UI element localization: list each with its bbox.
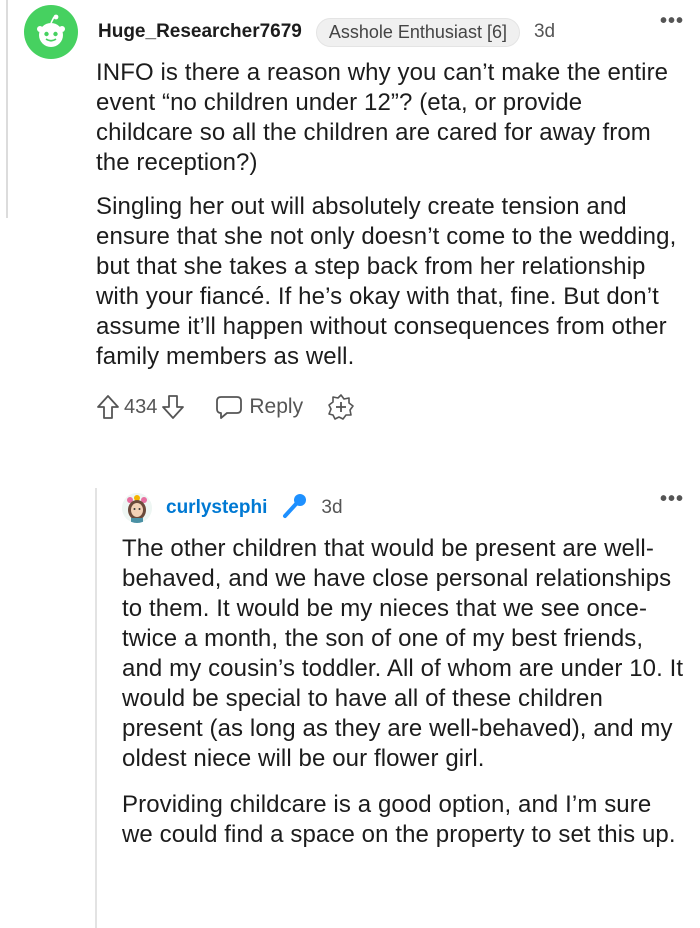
more-options-icon[interactable]: ••• [660,489,684,509]
vote-count: 434 [124,395,158,418]
comment-actions: 434 Reply [96,390,684,424]
more-options-icon[interactable]: ••• [660,11,684,31]
reply-comment: curlystephi 3d ••• The other children th… [122,488,684,866]
reply-button[interactable]: Reply [215,394,303,420]
comment-body: The other children that would be present… [122,534,684,850]
comment-paragraph: Providing childcare is a good option, an… [122,791,676,848]
reply-thread-line[interactable] [95,488,97,928]
comment-paragraph: Singling her out will absolutely create … [96,193,677,370]
comment-body: INFO is there a reason why you can’t mak… [96,58,684,372]
downvote-button[interactable] [161,394,185,420]
comment-bubble-icon [216,396,243,419]
comment-paragraph: INFO is there a reason why you can’t mak… [96,59,669,176]
thread-line[interactable] [6,0,8,218]
comment-header: Huge_Researcher7679 Asshole Enthusiast [… [24,5,684,59]
award-icon [328,394,354,420]
reply-label: Reply [249,395,304,418]
award-button[interactable] [327,393,355,421]
upvote-button[interactable] [96,394,120,420]
username[interactable]: curlystephi [166,497,267,519]
timestamp[interactable]: 3d [534,21,555,43]
user-flair: Asshole Enthusiast [6] [315,17,520,47]
avatar-icon[interactable] [122,493,152,523]
timestamp[interactable]: 3d [321,497,342,519]
snoo-avatar-icon[interactable] [24,5,78,59]
downvote-icon [162,395,185,419]
comment: Huge_Researcher7679 Asshole Enthusiast [… [24,5,684,424]
username[interactable]: Huge_Researcher7679 [98,21,302,43]
comment-header: curlystephi 3d ••• [122,488,684,528]
microphone-icon [281,493,307,524]
comment-paragraph: The other children that would be present… [122,535,684,772]
upvote-icon [97,395,119,419]
